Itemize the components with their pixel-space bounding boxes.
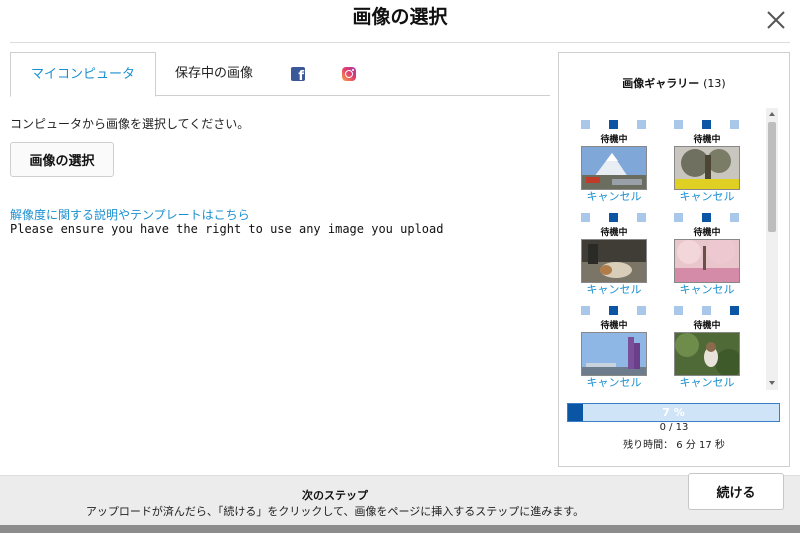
gallery-item: 待機中 キャンセル xyxy=(579,294,649,389)
upload-indicator xyxy=(581,306,647,316)
status-label: 待機中 xyxy=(693,321,721,331)
time-remaining: 残り時間： 6 分 17 秒 xyxy=(623,440,725,451)
gallery-scrollbar[interactable] xyxy=(766,108,778,390)
facebook-icon[interactable]: f xyxy=(291,67,305,84)
thumbnail-image xyxy=(581,332,647,376)
gallery-list: 待機中 キャンセル 待機中 キャンセル 待機中 キャンセル 待機中 キャンセル … xyxy=(564,108,779,390)
tab-my-computer[interactable]: マイコンピュータ xyxy=(10,52,156,97)
instagram-icon[interactable] xyxy=(342,67,356,81)
gallery-count: (13) xyxy=(703,77,726,90)
title-divider xyxy=(10,42,790,43)
tab-saved-images[interactable]: 保存中の画像 xyxy=(175,52,253,96)
scroll-down-arrow[interactable] xyxy=(766,378,778,388)
upload-indicator xyxy=(581,213,647,223)
source-tabs: マイコンピュータ 保存中の画像 f xyxy=(10,52,550,97)
rights-note: Please ensure you have the right to use … xyxy=(10,222,444,236)
instruction-text: コンピュータから画像を選択してください。 xyxy=(10,117,250,131)
status-label: 待機中 xyxy=(600,228,628,238)
scroll-thumb[interactable] xyxy=(768,122,776,232)
continue-button[interactable]: 続ける xyxy=(688,473,784,510)
gallery-heading: 画像ギャラリー (13) xyxy=(559,75,789,91)
upload-count: 0 / 13 xyxy=(659,422,689,433)
thumbnail-image xyxy=(581,146,647,190)
status-label: 待機中 xyxy=(600,135,628,145)
dialog-title: 画像の選択 xyxy=(352,6,448,28)
gallery-item: 待機中 キャンセル xyxy=(579,201,649,296)
cancel-link[interactable]: キャンセル xyxy=(672,374,742,390)
close-icon[interactable] xyxy=(764,8,788,32)
thumbnail-image xyxy=(674,332,740,376)
thumbnail-image xyxy=(674,239,740,283)
next-step-title: 次のステップ xyxy=(302,489,368,502)
status-label: 待機中 xyxy=(600,321,628,331)
upload-indicator xyxy=(674,306,740,316)
gallery-item: 待機中 キャンセル xyxy=(672,108,742,203)
bottom-bar xyxy=(0,525,800,533)
cancel-link[interactable]: キャンセル xyxy=(579,374,649,390)
upload-progress-bar: 7 % xyxy=(567,403,780,422)
next-step-description: アップロードが済んだら、「続ける」をクリックして、画像をページに挿入するステップ… xyxy=(85,505,585,518)
footer-bar: 次のステップ アップロードが済んだら、「続ける」をクリックして、画像をページに挿… xyxy=(0,475,800,525)
progress-percent: 7 % xyxy=(662,406,685,419)
gallery-title: 画像ギャラリー xyxy=(622,77,700,90)
thumbnail-image xyxy=(581,239,647,283)
gallery-item: 待機中 キャンセル xyxy=(672,201,742,296)
upload-indicator xyxy=(674,213,740,223)
thumbnail-image xyxy=(674,146,740,190)
status-label: 待機中 xyxy=(693,228,721,238)
scroll-up-arrow[interactable] xyxy=(766,110,778,120)
select-image-button[interactable]: 画像の選択 xyxy=(10,142,114,177)
upload-indicator xyxy=(581,120,647,130)
status-label: 待機中 xyxy=(693,135,721,145)
gallery-item: 待機中 キャンセル xyxy=(672,294,742,389)
help-link[interactable]: 解像度に関する説明やテンプレートはこちら xyxy=(10,206,250,223)
upload-indicator xyxy=(674,120,740,130)
gallery-item: 待機中 キャンセル xyxy=(579,108,649,203)
